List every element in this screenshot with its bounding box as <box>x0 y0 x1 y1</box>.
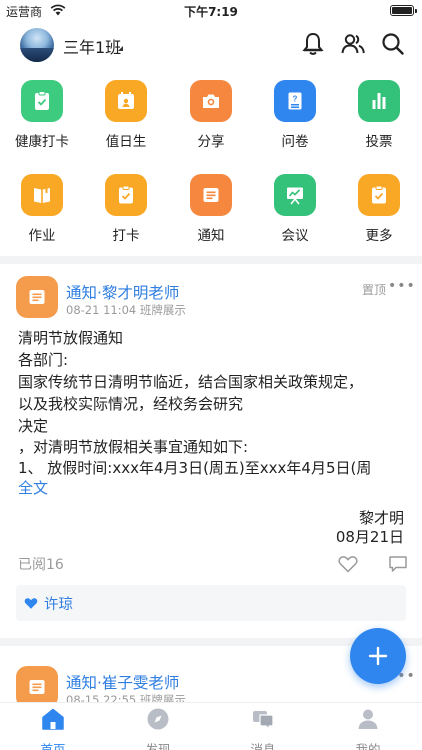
post-title[interactable]: 通知·黎才明老师 <box>66 281 179 303</box>
grid-item-questionnaire[interactable]: ? 问卷 <box>260 80 330 150</box>
add-post-button[interactable] <box>350 628 406 684</box>
post-title[interactable]: 通知·崔子雯老师 <box>66 671 179 693</box>
plus-icon <box>368 646 388 666</box>
profile-icon <box>358 709 378 729</box>
grid-item-homework[interactable]: 作业 <box>7 174 77 244</box>
likes-bar: 许琼 <box>16 585 406 621</box>
grid-item-share[interactable]: 分享 <box>176 80 246 150</box>
post-body-line: 以及我校实际情况，经校务会研究 <box>18 395 244 413</box>
grid-item-label: 分享 <box>197 134 225 150</box>
grid-item-label: 投票 <box>365 134 393 150</box>
grid-item-health-checkin[interactable]: 健康打卡 <box>7 80 77 150</box>
grid-item-label: 打卡 <box>112 228 140 244</box>
search-icon[interactable] <box>380 31 406 57</box>
checkin-clipboard-icon <box>105 174 147 216</box>
pinned-label: 置顶 <box>362 283 387 297</box>
bell-icon[interactable] <box>300 31 326 57</box>
tab-label: 首页 <box>40 742 66 750</box>
grid-item-label: 健康打卡 <box>15 134 69 150</box>
post-body-line: 1、 放假时间:xxx年4月3日(周五)至xxx年4月5日(周 <box>18 459 372 477</box>
grid-item-notice[interactable]: 通知 <box>176 174 246 244</box>
notice-icon <box>16 276 58 318</box>
comment-icon[interactable] <box>388 555 408 573</box>
camera-icon <box>190 80 232 122</box>
tab-discover[interactable]: 发现 <box>118 707 198 750</box>
grid-item-label: 通知 <box>197 228 225 244</box>
heart-outline-icon[interactable] <box>338 555 358 573</box>
grid-item-meeting[interactable]: 会议 <box>260 174 330 244</box>
tab-home[interactable]: 首页 <box>13 707 93 750</box>
post-signature-date: 08月21日 <box>335 528 404 546</box>
grid-item-checkin[interactable]: 打卡 <box>91 174 161 244</box>
home-icon <box>42 708 64 730</box>
tab-messages[interactable]: 消息 <box>223 707 303 750</box>
section-divider <box>0 256 422 264</box>
tab-profile[interactable]: 我的 <box>328 707 408 750</box>
full-text-link[interactable]: 全文 <box>18 477 48 498</box>
grid-item-label: 问卷 <box>281 134 309 150</box>
tab-label: 我的 <box>355 742 381 750</box>
notice-icon <box>190 174 232 216</box>
grid-item-label: 作业 <box>28 228 56 244</box>
post-body-line: 各部门: <box>18 351 69 369</box>
more-clipboard-icon <box>358 174 400 216</box>
grid-item-duty-student[interactable]: 值日生 <box>91 80 161 150</box>
status-time: 下午7:19 <box>184 5 238 19</box>
grid-item-label: 更多 <box>365 228 393 244</box>
bar-chart-icon <box>358 80 400 122</box>
message-icon <box>253 711 274 731</box>
read-count[interactable]: 已阅16 <box>18 554 64 574</box>
heart-filled-icon <box>24 598 38 609</box>
more-dots-icon[interactable]: ••• <box>388 278 416 294</box>
questionnaire-icon: ? <box>274 80 316 122</box>
contacts-icon[interactable] <box>340 31 366 57</box>
post-body-line: 清明节放假通知 <box>18 329 124 347</box>
grid-item-more[interactable]: 更多 <box>344 174 414 244</box>
meeting-board-icon <box>274 174 316 216</box>
liked-by-names[interactable]: 许琼 <box>44 593 73 614</box>
caret-down-icon <box>118 46 123 51</box>
post-signature-name: 黎才明 <box>358 509 404 527</box>
post-body-line: ，对清明节放假相关事宜通知如下: <box>18 438 249 456</box>
health-checkin-icon <box>21 80 63 122</box>
top-header: 三年1班 <box>0 24 422 64</box>
post-meta: 08-21 11:04 班牌展示 <box>66 303 186 317</box>
post-body-line: 国家传统节日清明节临近，结合国家相关政策规定， <box>18 373 364 391</box>
duty-student-icon <box>105 80 147 122</box>
grid-item-vote[interactable]: 投票 <box>344 80 414 150</box>
post-body-line: 决定 <box>18 417 49 435</box>
bottom-tab-bar: 首页 发现 消息 我的 <box>0 702 422 750</box>
grid-item-label: 值日生 <box>105 134 147 150</box>
homework-book-icon <box>21 174 63 216</box>
compass-icon <box>147 708 169 730</box>
tab-label: 消息 <box>250 742 276 750</box>
tab-label: 发现 <box>145 742 171 750</box>
class-selector[interactable]: 三年1班 <box>63 34 121 58</box>
grid-item-label: 会议 <box>281 228 309 244</box>
status-bar: 运营商 下午7:19 <box>0 0 422 22</box>
svg-text:?: ? <box>293 95 298 104</box>
battery-icon <box>390 5 417 16</box>
class-avatar[interactable] <box>20 28 54 62</box>
